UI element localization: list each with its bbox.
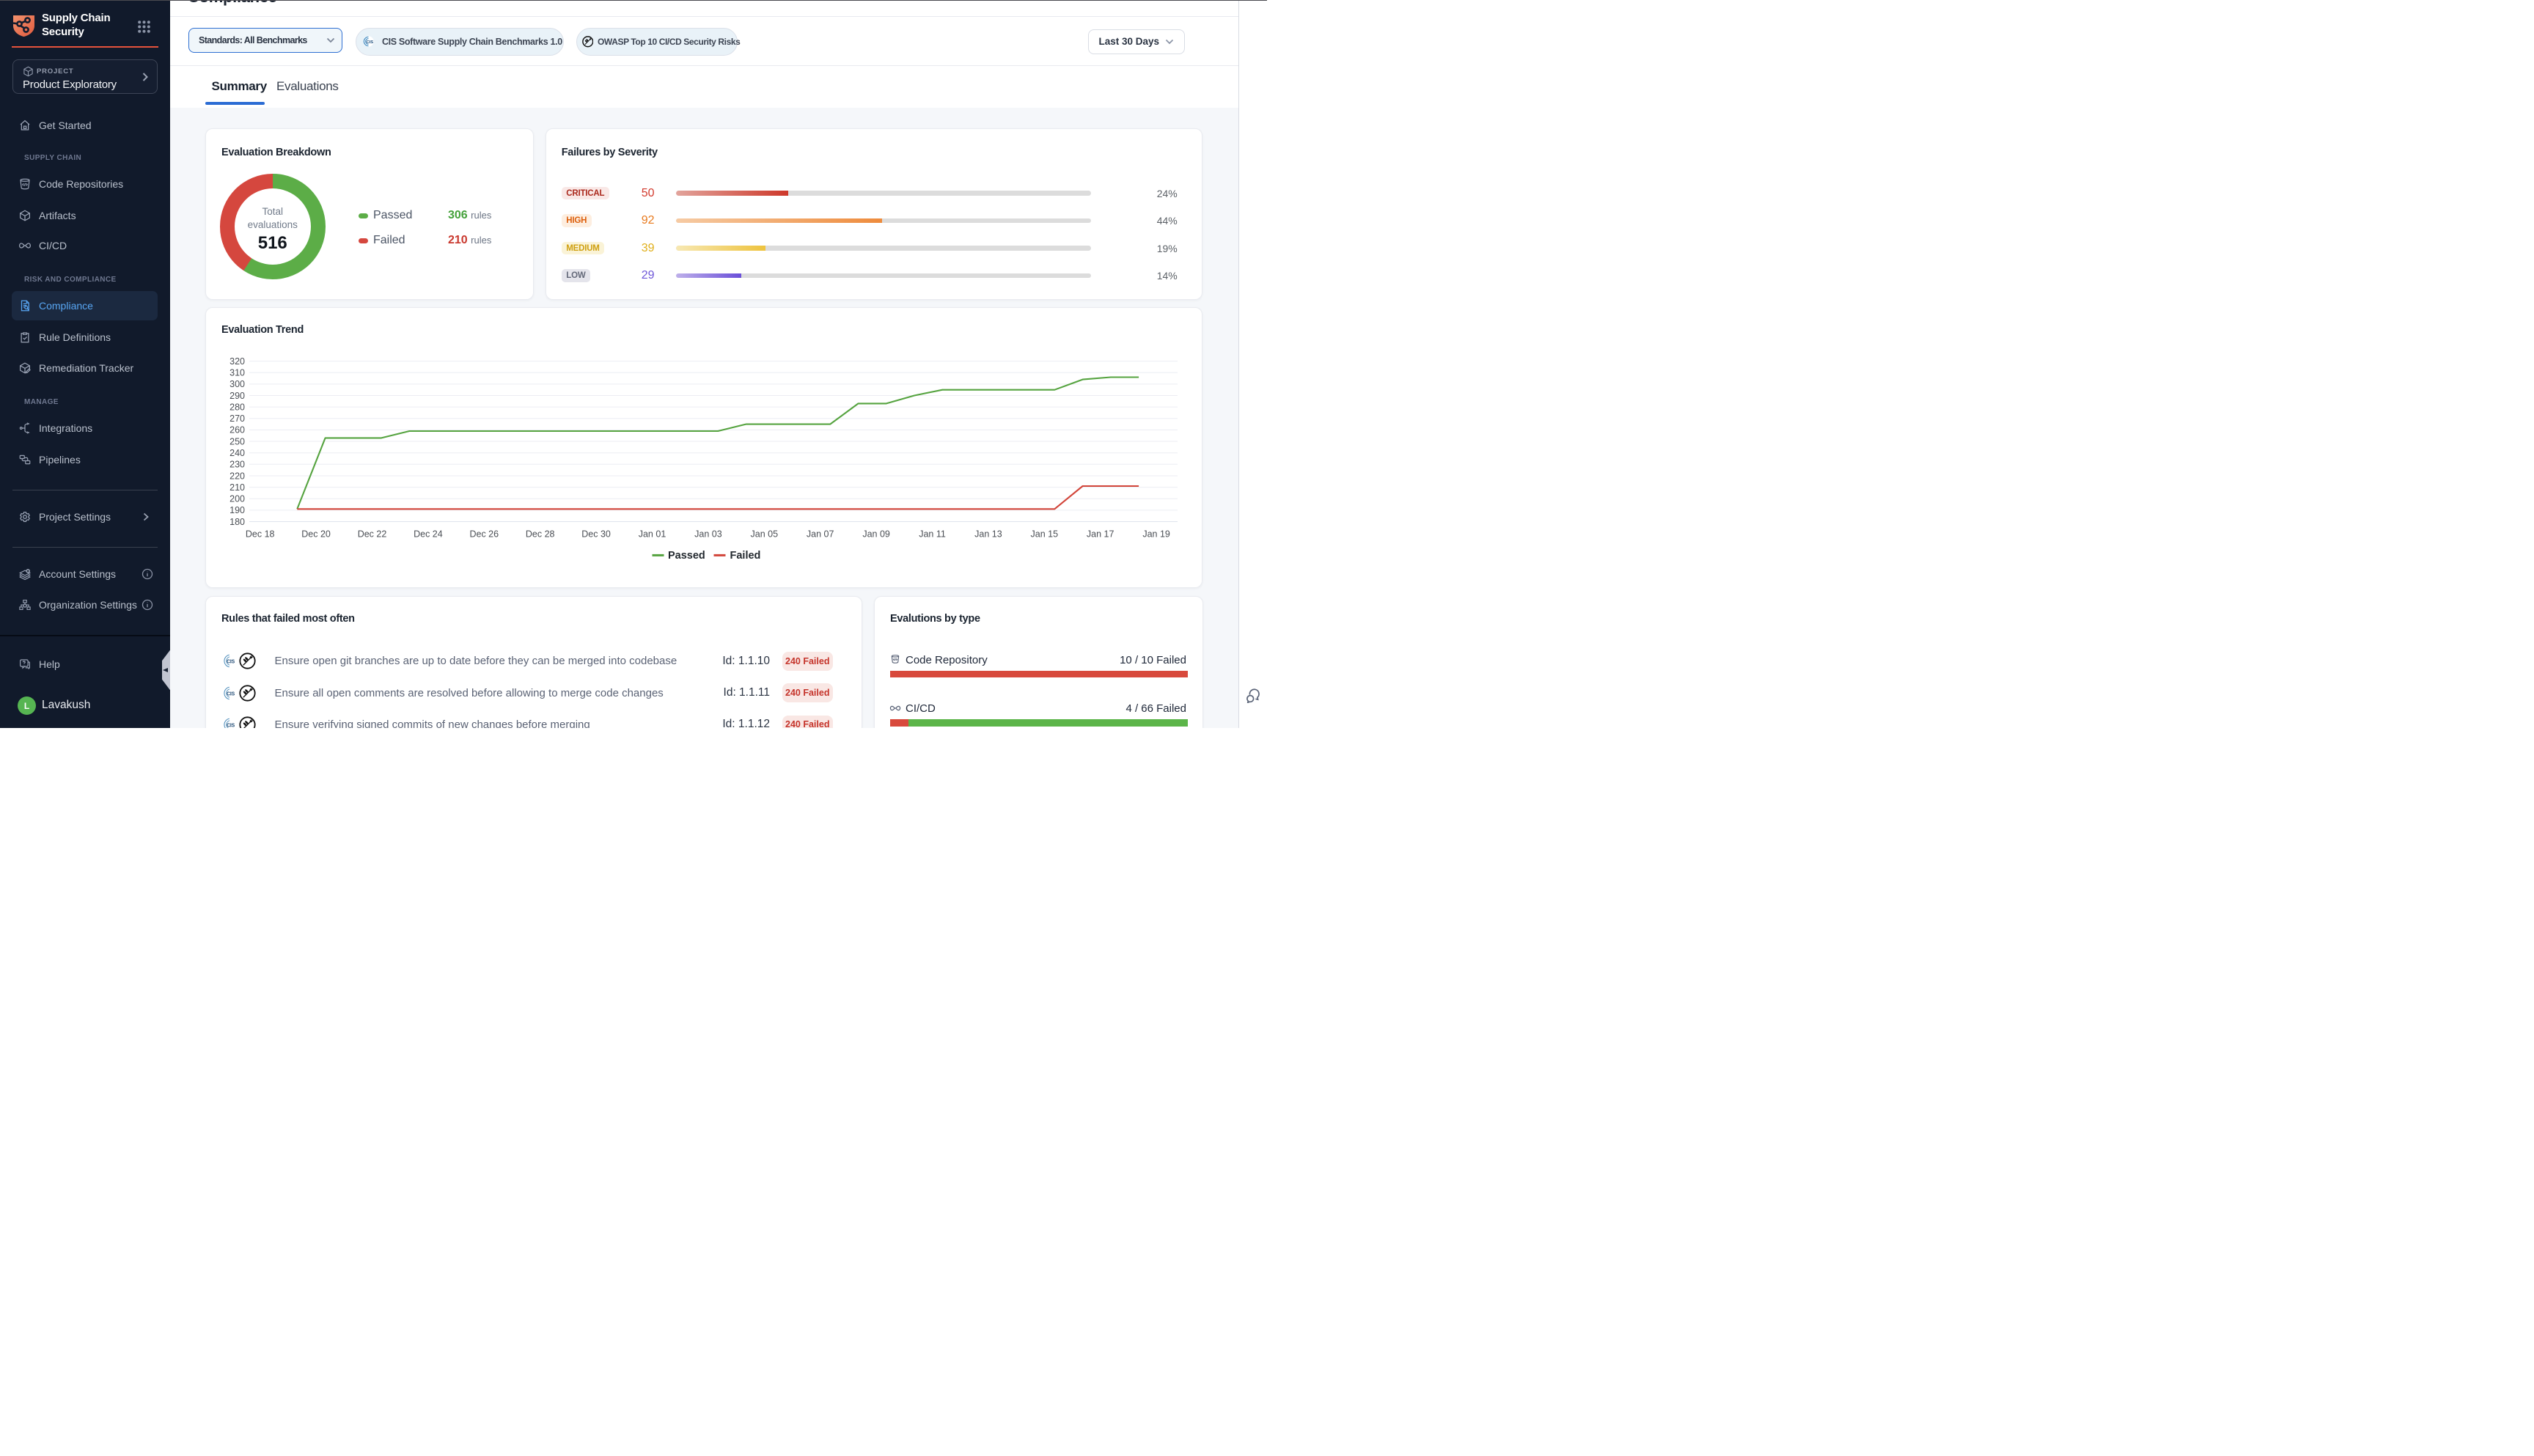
svg-text:Jan 05: Jan 05 [751,529,779,540]
svg-text:300: 300 [229,379,245,389]
svg-text:Jan 09: Jan 09 [862,529,890,540]
svg-text:280: 280 [229,402,245,412]
svg-text:Dec 22: Dec 22 [358,529,387,540]
svg-text:230: 230 [229,460,245,470]
svg-text:CIS: CIS [227,691,235,696]
svg-text:210: 210 [229,482,245,493]
svg-text:CIS: CIS [227,660,235,665]
svg-text:Jan 13: Jan 13 [974,529,1002,540]
svg-text:Jan 03: Jan 03 [694,529,722,540]
svg-text:240: 240 [229,448,245,458]
svg-text:250: 250 [229,436,245,446]
svg-text:Jan 11: Jan 11 [919,529,946,540]
svg-text:CIS: CIS [227,723,235,728]
svg-text:320: 320 [229,356,245,367]
svg-text:270: 270 [229,413,245,424]
svg-text:180: 180 [229,517,245,527]
svg-text:Jan 19: Jan 19 [1142,529,1170,540]
svg-text:200: 200 [229,494,245,504]
svg-text:Jan 15: Jan 15 [1031,529,1059,540]
svg-text:Passed: Passed [668,550,705,562]
svg-text:CIS: CIS [366,40,373,45]
svg-text:Dec 26: Dec 26 [469,529,499,540]
svg-text:Jan 01: Jan 01 [639,529,666,540]
svg-text:Dec 20: Dec 20 [301,529,331,540]
svg-text:220: 220 [229,471,245,481]
svg-text:260: 260 [229,425,245,435]
svg-text:Dec 24: Dec 24 [414,529,443,540]
svg-text:290: 290 [229,391,245,401]
svg-text:Dec 18: Dec 18 [246,529,275,540]
svg-text:Dec 28: Dec 28 [526,529,555,540]
svg-text:190: 190 [229,505,245,515]
svg-text:Failed: Failed [730,550,761,562]
svg-text:Jan 17: Jan 17 [1087,529,1114,540]
svg-text:310: 310 [229,368,245,378]
svg-text:Jan 07: Jan 07 [807,529,834,540]
svg-text:Dec 30: Dec 30 [581,529,611,540]
